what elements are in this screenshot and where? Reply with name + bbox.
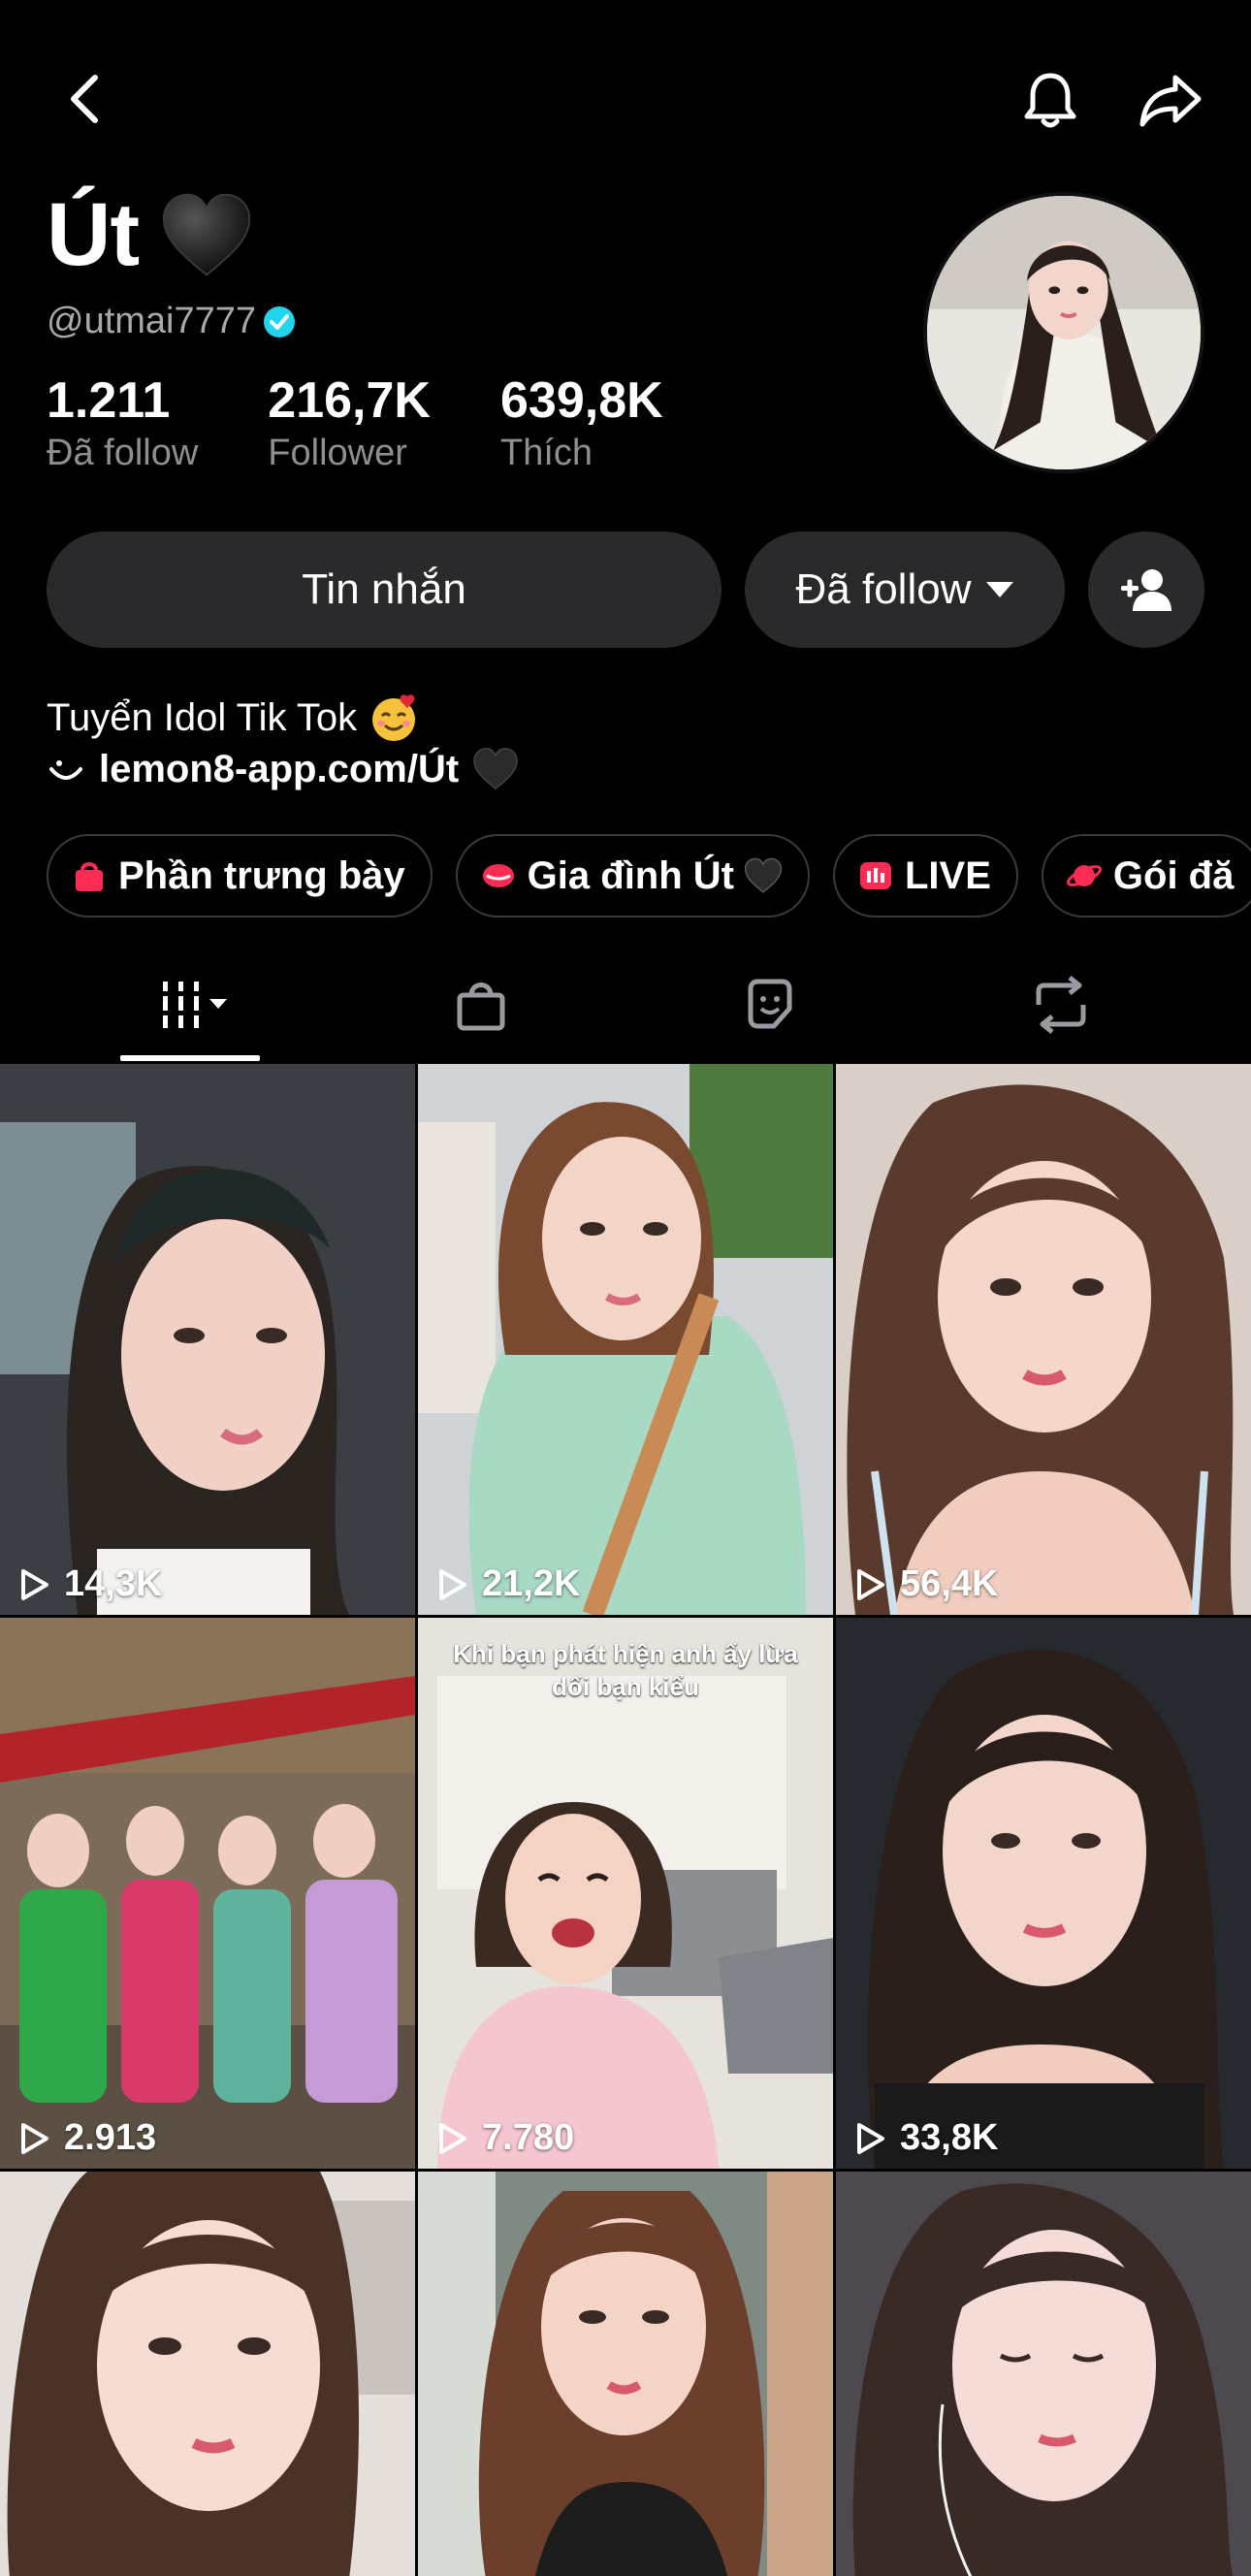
bio-link-row[interactable]: lemon8-app.com/Út [47,747,519,791]
chip-live[interactable]: LIVE [833,834,1018,918]
video-thumbnail[interactable]: 21,2K [418,1064,833,1615]
profile-name-row: Út [47,184,253,286]
view-count: 7.780 [433,2117,574,2159]
shop-tab-icon [457,982,505,1031]
profile-stats: 1.211 Đã follow 216,7K Follower 639,8K T… [47,370,733,475]
active-tab-indicator [120,1055,260,1061]
tab-favorites[interactable] [712,966,828,1044]
play-icon [857,1568,884,1600]
share-arrow-icon[interactable] [1137,68,1204,132]
lips-icon [482,864,514,887]
videos-tab-icon [155,982,227,1028]
avatar-image [927,196,1201,469]
view-count-text: 7.780 [482,2117,575,2158]
video-thumbnail-image [0,2172,415,2576]
view-count: 56,4K [851,1563,998,1605]
video-thumbnail[interactable] [0,2172,415,2576]
view-count: 2.913 [16,2117,156,2159]
chip-showcase[interactable]: Phần trưng bày [47,834,433,918]
chip-label: LIVE [905,853,991,897]
black-heart-icon [744,857,783,893]
view-count: 14,3K [16,1563,162,1605]
chip-family[interactable]: Gia đình Út [455,834,810,918]
chip-label: Gói đă [1112,853,1235,897]
stat-followers[interactable]: 216,7K Follower [268,370,431,475]
content-tabs [0,950,1251,1065]
avatar[interactable] [923,192,1204,473]
video-thumbnail[interactable]: 56,4K [836,1064,1251,1615]
play-icon [21,2122,48,2154]
video-thumbnail[interactable]: 14,3K [0,1064,415,1615]
video-thumbnail[interactable]: 33,8K [836,1618,1251,2169]
shop-bag-icon [76,862,103,891]
play-icon [857,2122,884,2154]
tab-reposts[interactable] [1003,966,1119,1044]
smiling-face-hearts-icon [372,694,416,741]
stat-value: 1.211 [47,372,171,429]
notification-bell-icon[interactable] [1018,68,1082,132]
view-count: 33,8K [851,2117,998,2159]
live-icon [860,862,891,889]
following-button-label: Đã follow [795,565,972,613]
bio-link[interactable]: lemon8-app.com/Út [99,748,459,791]
profile-chips: Phần trưng bày Gia đình Út LIVE Gói đă [47,834,1251,918]
message-button-label: Tin nhắn [302,565,466,613]
video-thumbnail-image [0,1618,415,2169]
video-thumbnail-image [418,2172,833,2576]
view-count-text: 2.913 [64,2117,157,2158]
view-count-text: 21,2K [482,1563,581,1604]
chip-label: Gia đình Út [527,853,734,897]
play-icon [21,1568,48,1600]
back-arrow-icon[interactable] [58,70,116,128]
video-thumbnail[interactable] [418,2172,833,2576]
black-heart-icon [162,193,251,276]
stat-value: 216,7K [268,372,431,429]
video-caption: Khi bạn phát hiện anh ấy lừa dối bạn kiể… [453,1639,798,1701]
stat-likes[interactable]: 639,8K Thích [500,370,663,475]
video-thumbnail-image [0,1064,415,1615]
chip-label: Phần trưng bày [118,853,405,897]
view-count-text: 56,4K [900,1563,999,1604]
message-button[interactable]: Tin nhắn [47,531,722,648]
chevron-down-icon [986,582,1014,597]
profile-name: Út [47,185,140,284]
tab-shop[interactable] [423,966,539,1044]
tab-videos[interactable] [132,966,248,1044]
video-thumbnail[interactable]: 2.913 [0,1618,415,2169]
stat-label: Đã follow [47,433,199,473]
stat-label: Follower [268,433,407,473]
view-count-text: 33,8K [900,2117,999,2158]
video-thumbnail-image [418,1064,833,1615]
handle-row: @utmai7777 [47,301,297,342]
verified-badge-icon [264,306,296,338]
reposts-tab-icon [1036,976,1086,1034]
black-heart-icon [473,748,518,790]
username-handle: @utmai7777 [47,301,257,341]
stat-label: Thích [499,433,593,473]
view-count-text: 14,3K [64,1563,163,1604]
bio-line: Tuyển Idol Tik Tok [47,692,419,743]
video-thumbnail-image [836,1618,1251,2169]
stat-following[interactable]: 1.211 Đã follow [47,370,198,475]
video-thumbnail[interactable]: Khi bạn phát hiện anh ấy lừa dối bạn kiể… [418,1618,833,2169]
stat-value: 639,8K [499,372,663,429]
top-nav [0,58,1251,145]
video-thumbnail-image [836,1064,1251,1615]
view-count: 21,2K [433,1563,580,1605]
play-icon [439,2122,466,2154]
chip-subscription[interactable]: Gói đă [1041,834,1251,918]
following-dropdown-button[interactable]: Đã follow [745,531,1065,648]
bio-text: Tuyển Idol Tik Tok [47,695,358,739]
add-friend-button[interactable] [1088,531,1204,648]
link-icon [49,760,82,780]
video-thumbnail[interactable] [836,2172,1251,2576]
add-user-icon [1121,569,1171,611]
play-icon [439,1568,466,1600]
video-thumbnail-image [836,2172,1251,2576]
favorites-tab-icon [748,979,792,1029]
planet-icon [1066,865,1102,886]
